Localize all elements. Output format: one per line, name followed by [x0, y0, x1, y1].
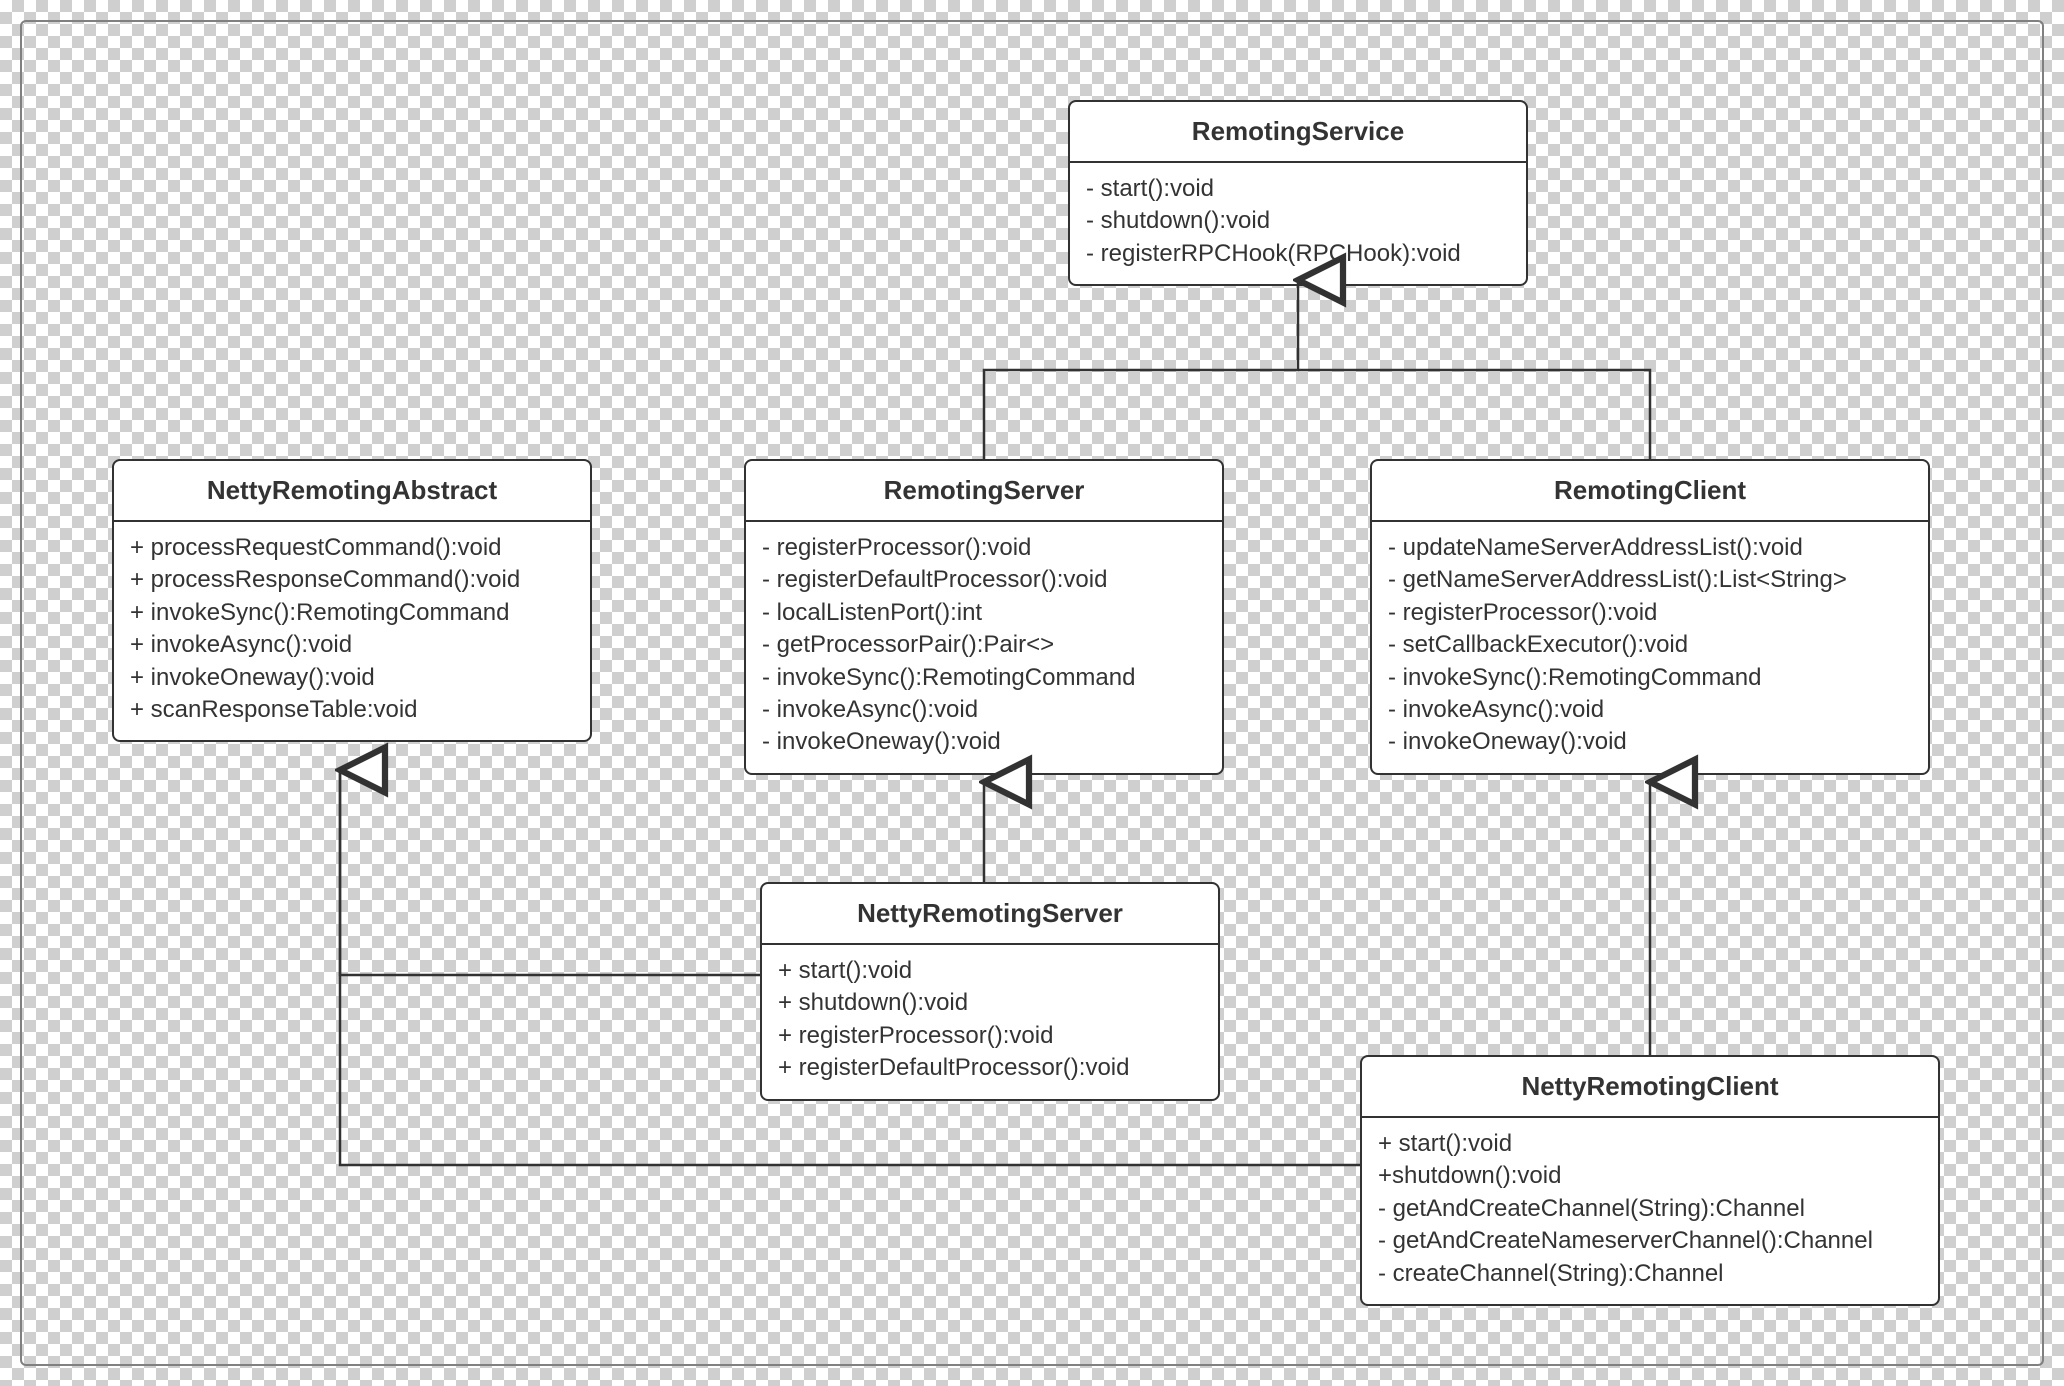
member: + scanResponseTable:void	[130, 694, 574, 726]
class-remoting-server: RemotingServer - registerProcessor():voi…	[744, 459, 1224, 775]
class-body: - registerProcessor():void - registerDef…	[746, 522, 1222, 773]
class-remoting-service: RemotingService - start():void - shutdow…	[1068, 100, 1528, 286]
member: - registerProcessor():void	[762, 532, 1206, 564]
member: - start():void	[1086, 173, 1510, 205]
member: - getAndCreateChannel(String):Channel	[1378, 1193, 1922, 1225]
member: + start():void	[1378, 1128, 1922, 1160]
class-body: - start():void - shutdown():void - regis…	[1070, 163, 1526, 284]
class-netty-remoting-client: NettyRemotingClient + start():void +shut…	[1360, 1055, 1940, 1306]
member: - shutdown():void	[1086, 205, 1510, 237]
class-body: + start():void + shutdown():void + regis…	[762, 945, 1218, 1099]
member: - invokeSync():RemotingCommand	[762, 662, 1206, 694]
member: - registerDefaultProcessor():void	[762, 564, 1206, 596]
member: - getProcessorPair():Pair<>	[762, 629, 1206, 661]
class-netty-remoting-server: NettyRemotingServer + start():void + shu…	[760, 882, 1220, 1101]
member: - invokeOneway():void	[1388, 726, 1912, 758]
class-title: RemotingService	[1070, 102, 1526, 163]
member: + start():void	[778, 955, 1202, 987]
member: +shutdown():void	[1378, 1160, 1922, 1192]
member: - registerRPCHook(RPCHook):void	[1086, 238, 1510, 270]
member: + registerProcessor():void	[778, 1020, 1202, 1052]
member: + shutdown():void	[778, 987, 1202, 1019]
member: - invokeAsync():void	[762, 694, 1206, 726]
member: + processResponseCommand():void	[130, 564, 574, 596]
class-title: NettyRemotingServer	[762, 884, 1218, 945]
member: - setCallbackExecutor():void	[1388, 629, 1912, 661]
class-remoting-client: RemotingClient - updateNameServerAddress…	[1370, 459, 1930, 775]
class-title: RemotingClient	[1372, 461, 1928, 522]
member: + processRequestCommand():void	[130, 532, 574, 564]
class-netty-remoting-abstract: NettyRemotingAbstract + processRequestCo…	[112, 459, 592, 742]
member: - createChannel(String):Channel	[1378, 1258, 1922, 1290]
member: + invokeOneway():void	[130, 662, 574, 694]
member: - invokeOneway():void	[762, 726, 1206, 758]
class-title: NettyRemotingClient	[1362, 1057, 1938, 1118]
class-body: - updateNameServerAddressList():void - g…	[1372, 522, 1928, 773]
member: - localListenPort():int	[762, 597, 1206, 629]
class-body: + processRequestCommand():void + process…	[114, 522, 590, 740]
member: + invokeAsync():void	[130, 629, 574, 661]
member: - invokeAsync():void	[1388, 694, 1912, 726]
member: + registerDefaultProcessor():void	[778, 1052, 1202, 1084]
class-title: RemotingServer	[746, 461, 1222, 522]
member: - getAndCreateNameserverChannel():Channe…	[1378, 1225, 1922, 1257]
member: - updateNameServerAddressList():void	[1388, 532, 1912, 564]
class-title: NettyRemotingAbstract	[114, 461, 590, 522]
member: - invokeSync():RemotingCommand	[1388, 662, 1912, 694]
member: + invokeSync():RemotingCommand	[130, 597, 574, 629]
member: - registerProcessor():void	[1388, 597, 1912, 629]
member: - getNameServerAddressList():List<String…	[1388, 564, 1912, 596]
class-body: + start():void +shutdown():void - getAnd…	[1362, 1118, 1938, 1304]
